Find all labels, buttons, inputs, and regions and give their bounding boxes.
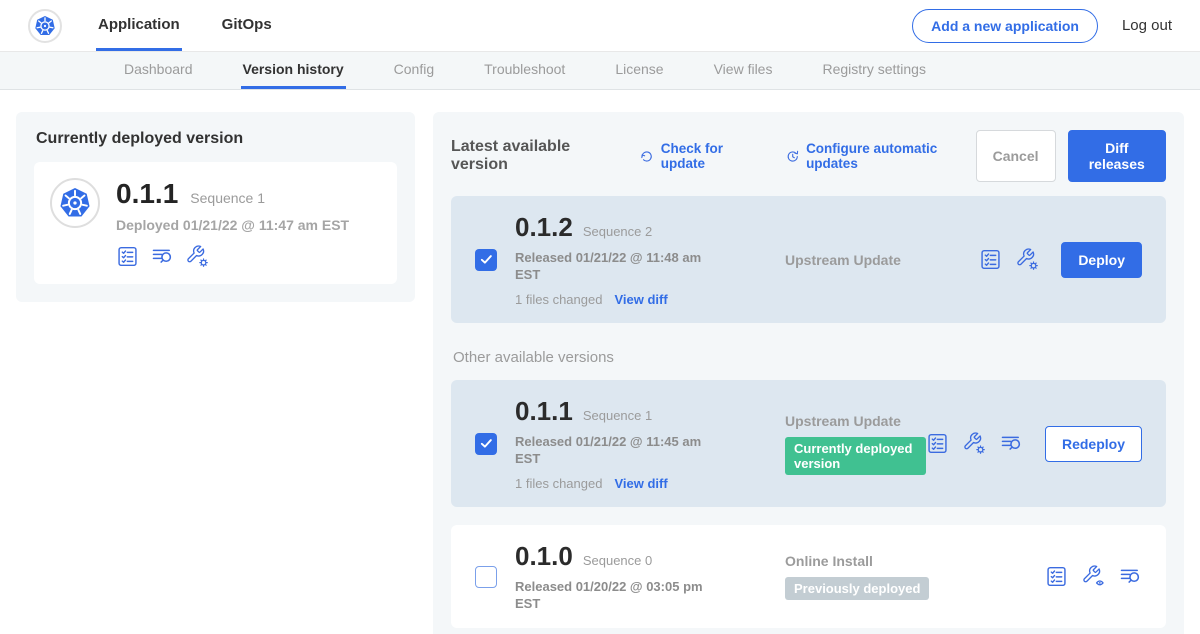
- deployed-version-number: 0.1.1: [116, 178, 178, 210]
- redeploy-button[interactable]: Redeploy: [1045, 426, 1142, 462]
- subnav-view-files[interactable]: View files: [712, 52, 775, 89]
- add-new-application-button[interactable]: Add a new application: [912, 9, 1098, 43]
- kubernetes-logo: [28, 9, 62, 43]
- deployed-sequence-label: Sequence 1: [190, 190, 265, 206]
- refresh-icon: [639, 148, 654, 165]
- check-for-update-link[interactable]: Check for update: [639, 141, 760, 171]
- config-icon[interactable]: [186, 245, 209, 268]
- files-changed-label: 1 files changed: [515, 292, 602, 307]
- release-notes-icon[interactable]: [979, 248, 1002, 271]
- version-number: 0.1.1: [515, 396, 573, 427]
- other-available-versions-title: Other available versions: [453, 349, 1166, 366]
- tab-gitops[interactable]: GitOps: [220, 0, 274, 51]
- top-navbar: Application GitOps Add a new application…: [0, 0, 1200, 52]
- currently-deployed-card: 0.1.1 Sequence 1 Deployed 01/21/22 @ 11:…: [34, 162, 397, 284]
- logout-link[interactable]: Log out: [1122, 17, 1172, 34]
- version-checkbox[interactable]: [475, 433, 497, 455]
- top-nav-tabs: Application GitOps: [96, 0, 274, 51]
- deploy-logs-icon[interactable]: [1119, 565, 1142, 588]
- config-view-icon[interactable]: [1082, 565, 1105, 588]
- subnav-registry-settings[interactable]: Registry settings: [820, 52, 927, 89]
- release-notes-icon[interactable]: [116, 245, 139, 268]
- version-checkbox[interactable]: [475, 249, 497, 271]
- subnav-config[interactable]: Config: [392, 52, 436, 89]
- deploy-logs-icon[interactable]: [151, 245, 174, 268]
- main-content: Currently deployed version 0.1.1 Sequenc…: [0, 90, 1200, 634]
- version-source-label: Upstream Update: [785, 413, 926, 429]
- currently-deployed-badge: Currently deployed version: [785, 437, 926, 475]
- released-timestamp: Released 01/21/22 @ 11:48 am EST: [515, 249, 711, 283]
- files-changed-label: 1 files changed: [515, 476, 602, 491]
- released-timestamp: Released 01/20/22 @ 03:05 pm EST: [515, 578, 711, 612]
- version-number: 0.1.2: [515, 212, 573, 243]
- config-icon[interactable]: [1016, 248, 1039, 271]
- deployed-timestamp: Deployed 01/21/22 @ 11:47 am EST: [116, 217, 349, 233]
- version-source-label: Online Install: [785, 553, 1045, 569]
- version-history-panel: Latest available version Check for updat…: [433, 112, 1184, 634]
- subnav-license[interactable]: License: [613, 52, 665, 89]
- app-kubernetes-icon: [50, 178, 100, 228]
- app-subnav: Dashboard Version history Config Trouble…: [0, 52, 1200, 90]
- currently-deployed-panel: Currently deployed version 0.1.1 Sequenc…: [16, 112, 415, 302]
- sequence-label: Sequence 1: [583, 408, 652, 423]
- currently-deployed-title: Currently deployed version: [34, 130, 397, 148]
- auto-update-clock-icon: [785, 148, 800, 165]
- version-row: 0.1.2 Sequence 2 Released 01/21/22 @ 11:…: [451, 196, 1166, 323]
- view-diff-link[interactable]: View diff: [614, 476, 667, 491]
- config-icon[interactable]: [963, 432, 986, 455]
- subnav-troubleshoot[interactable]: Troubleshoot: [482, 52, 567, 89]
- latest-version-header: Latest available version Check for updat…: [451, 130, 1166, 182]
- sequence-label: Sequence 0: [583, 553, 652, 568]
- view-diff-link[interactable]: View diff: [614, 292, 667, 307]
- release-notes-icon[interactable]: [926, 432, 949, 455]
- subnav-dashboard[interactable]: Dashboard: [122, 52, 195, 89]
- subnav-version-history[interactable]: Version history: [241, 52, 346, 89]
- version-row: 0.1.1 Sequence 1 Released 01/21/22 @ 11:…: [451, 380, 1166, 507]
- released-timestamp: Released 01/21/22 @ 11:45 am EST: [515, 433, 711, 467]
- topnav-right: Add a new application Log out: [912, 0, 1172, 51]
- sequence-label: Sequence 2: [583, 224, 652, 239]
- deploy-logs-icon[interactable]: [1000, 432, 1023, 455]
- tab-application[interactable]: Application: [96, 0, 182, 51]
- previously-deployed-badge: Previously deployed: [785, 577, 929, 600]
- cancel-button[interactable]: Cancel: [976, 130, 1056, 182]
- release-notes-icon[interactable]: [1045, 565, 1068, 588]
- version-number: 0.1.0: [515, 541, 573, 572]
- version-source-label: Upstream Update: [785, 252, 979, 268]
- deploy-button[interactable]: Deploy: [1061, 242, 1142, 278]
- version-checkbox[interactable]: [475, 566, 497, 588]
- diff-releases-button[interactable]: Diff releases: [1068, 130, 1167, 182]
- latest-version-title: Latest available version: [451, 138, 615, 174]
- configure-automatic-updates-link[interactable]: Configure automatic updates: [785, 141, 976, 171]
- version-row: 0.1.0 Sequence 0 Released 01/20/22 @ 03:…: [451, 525, 1166, 628]
